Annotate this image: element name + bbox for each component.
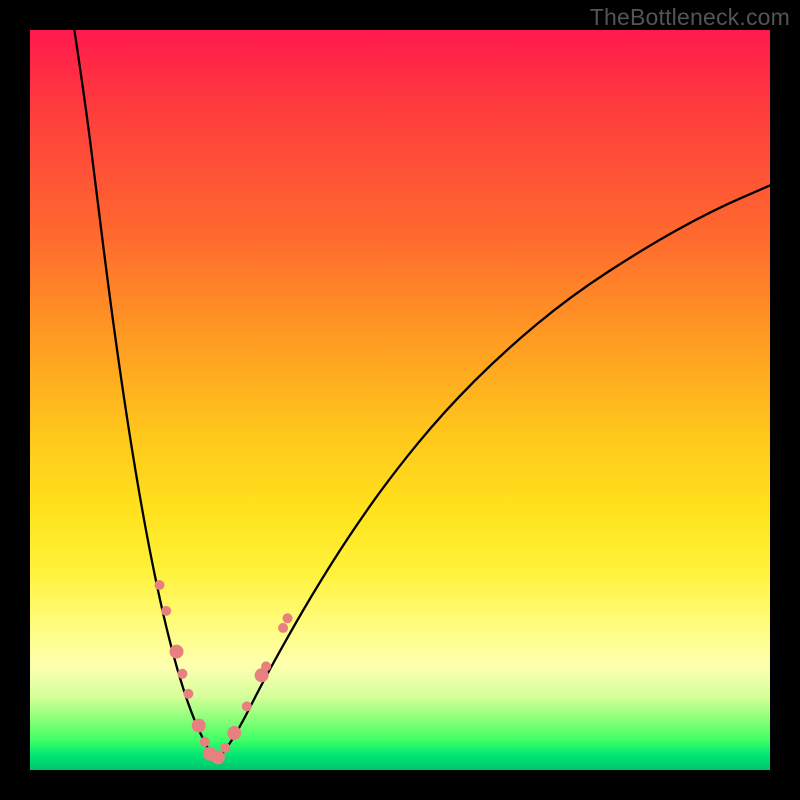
sample-dot xyxy=(161,606,171,616)
sample-dot xyxy=(177,669,187,679)
sample-dot xyxy=(192,719,206,733)
sample-dot xyxy=(261,661,271,671)
sample-dot xyxy=(170,645,184,659)
sample-dot xyxy=(183,689,193,699)
sample-dot xyxy=(220,743,230,753)
plot-area xyxy=(30,30,770,770)
sample-dot xyxy=(242,701,252,711)
chart-frame: TheBottleneck.com xyxy=(0,0,800,800)
sample-dot xyxy=(155,580,165,590)
sample-dot xyxy=(211,750,225,764)
watermark-text: TheBottleneck.com xyxy=(590,4,790,31)
sample-dot xyxy=(227,726,241,740)
curve-svg xyxy=(30,30,770,770)
sample-dot xyxy=(200,737,210,747)
sample-dots xyxy=(155,580,293,764)
sample-dot xyxy=(278,623,288,633)
sample-dot xyxy=(283,613,293,623)
